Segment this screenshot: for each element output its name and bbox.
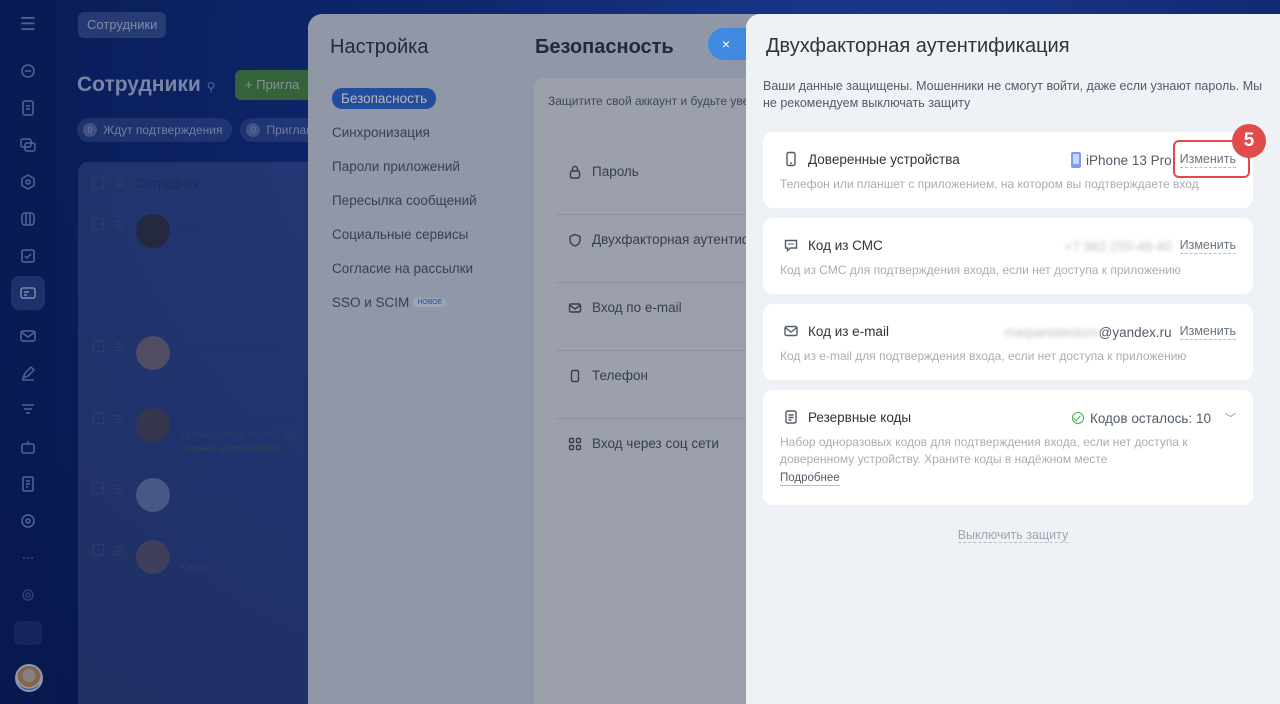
nav-item-forwarding[interactable]: Пересылка сообщений xyxy=(322,184,512,218)
security-item-password[interactable]: Пароль xyxy=(568,164,639,179)
security-item-email[interactable]: Вход по e-mail xyxy=(568,300,682,315)
section-title: Безопасность xyxy=(535,36,674,58)
edit-email-button[interactable]: Изменить xyxy=(1179,324,1236,340)
card-sms-code: Код из СМС +7 962 250-48-40 Изменить Код… xyxy=(763,218,1253,294)
email-info: marpantaledoro@yandex.ru Изменить xyxy=(1004,324,1236,340)
note-icon xyxy=(783,409,799,425)
device-name: iPhone 13 Pro xyxy=(1086,152,1172,168)
security-item-social[interactable]: Вход через соц сети xyxy=(568,436,719,451)
card-backup-codes: Резервные коды Кодов осталось: 10 ﹀ Набо… xyxy=(763,390,1253,505)
security-card: Защитите свой аккаунт и будьте уве Парол… xyxy=(534,78,774,704)
close-icon: × xyxy=(721,36,731,52)
iphone-icon xyxy=(1071,152,1082,168)
phone-number: +7 962 250-48-40 xyxy=(1064,238,1172,254)
settings-nav: Безопасность Синхронизация Пароли прилож… xyxy=(322,82,512,320)
divider xyxy=(556,282,756,283)
close-button[interactable]: × xyxy=(708,28,748,60)
panel-title: Двухфакторная аутентификация xyxy=(766,35,1070,57)
chevron-down-icon[interactable]: ﹀ xyxy=(1225,410,1236,426)
backup-status[interactable]: Кодов осталось: 10 ﹀ xyxy=(1071,410,1236,426)
nav-item-security[interactable]: Безопасность xyxy=(322,82,512,116)
smartphone-icon xyxy=(783,151,799,167)
security-item-2fa[interactable]: Двухфакторная аутентиф xyxy=(568,232,753,247)
edit-sms-button[interactable]: Изменить xyxy=(1179,238,1236,254)
step-badge: 5 xyxy=(1232,124,1266,158)
nav-item-sync[interactable]: Синхронизация xyxy=(322,116,512,150)
card-email-code: Код из e-mail marpantaledoro@yandex.ru И… xyxy=(763,304,1253,380)
phone-icon xyxy=(570,369,580,382)
check-circle-icon xyxy=(1071,412,1084,424)
divider xyxy=(556,214,756,215)
mail-icon xyxy=(568,302,582,313)
lock-icon xyxy=(569,165,581,179)
two-factor-panel: Двухфакторная аутентификация Ваши данные… xyxy=(746,14,1280,704)
new-badge: НОВОЕ xyxy=(413,298,447,308)
security-item-phone[interactable]: Телефон xyxy=(568,368,648,383)
panel-description: Ваши данные защищены. Мошенники не смогу… xyxy=(763,79,1263,110)
sms-info: +7 962 250-48-40 Изменить xyxy=(1065,238,1236,254)
mail-icon xyxy=(783,323,799,339)
email-address: marpantaledoro@yandex.ru xyxy=(1004,324,1172,340)
nav-item-consent[interactable]: Согласие на рассылки xyxy=(322,252,512,286)
nav-item-social[interactable]: Социальные сервисы xyxy=(322,218,512,252)
nav-item-sso[interactable]: SSO и SCIM НОВОЕ xyxy=(322,286,512,320)
settings-panel: Настройка Безопасность Синхронизация Пар… xyxy=(308,14,774,704)
sms-icon xyxy=(783,237,799,253)
shield-icon xyxy=(569,233,581,247)
settings-title: Настройка xyxy=(330,36,429,58)
nav-item-app-passwords[interactable]: Пароли приложений xyxy=(322,150,512,184)
security-intro: Защитите свой аккаунт и будьте уве xyxy=(548,94,750,108)
divider xyxy=(556,350,756,351)
more-link[interactable]: Подробнее xyxy=(780,471,840,486)
grid-icon xyxy=(568,437,582,450)
disable-protection-link: Выключить защиту xyxy=(957,528,1069,543)
divider xyxy=(556,418,756,419)
